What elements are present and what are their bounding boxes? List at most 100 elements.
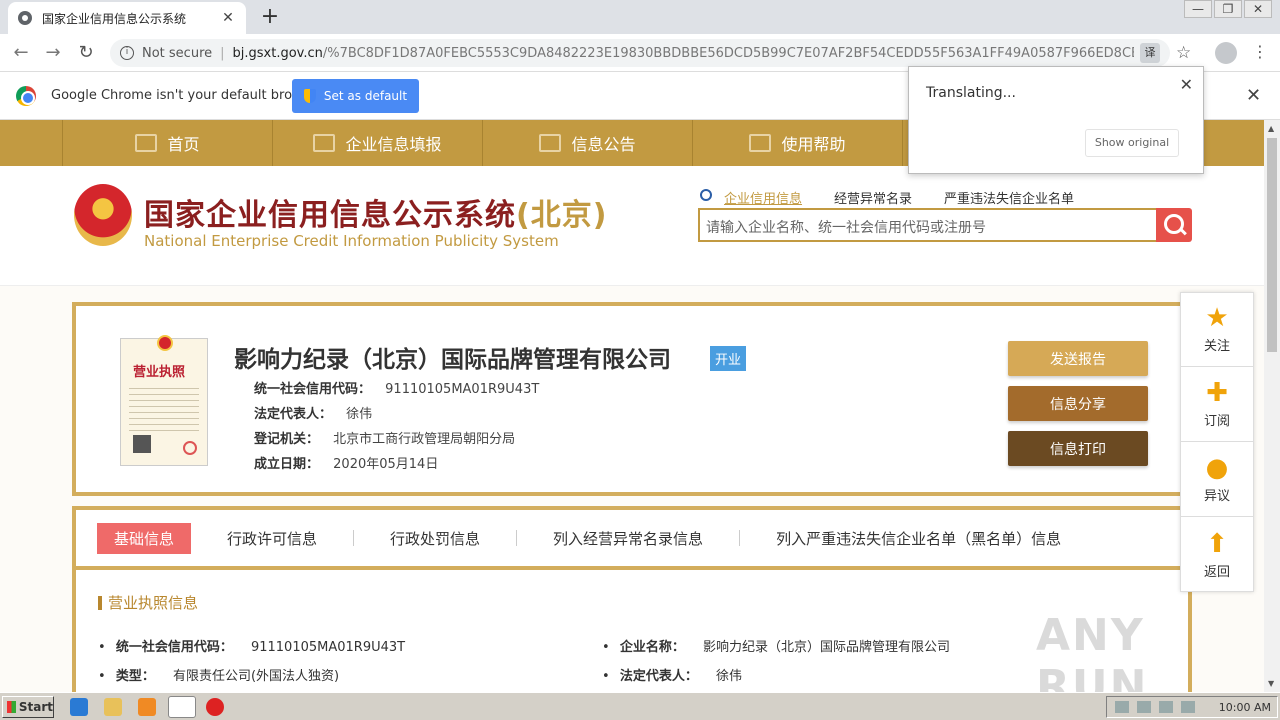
url-host: bj.gsxt.gov.cn: [232, 45, 323, 61]
nav-item-home[interactable]: 首页: [62, 120, 272, 166]
founded-field: 成立日期： 2020年05月14日: [254, 453, 438, 472]
star-icon: ★: [1205, 303, 1229, 333]
license-label: 营业执照: [133, 365, 186, 380]
windows-flag-icon: [7, 701, 16, 713]
floating-sidebar: ★ 关注 ✚ 订阅 ● 异议 ⬆ 返回: [1180, 292, 1254, 592]
section-title: 营业执照信息: [98, 596, 198, 611]
show-original-button[interactable]: Show original: [1085, 129, 1179, 157]
translate-icon[interactable]: 译: [1140, 43, 1160, 63]
network-icon[interactable]: [1137, 701, 1151, 713]
info-credit-code: 统一社会信用代码： 91110105MA01R9U43T: [98, 636, 405, 655]
pen-icon: [313, 134, 336, 152]
search-tab-credit[interactable]: 企业信用信息: [724, 188, 802, 207]
globe-icon: [18, 11, 32, 25]
company-summary-card: 营业执照 影响力纪录（北京）国际品牌管理有限公司 开业 统一社会信用代码： 91…: [72, 302, 1188, 496]
info-company-name: 企业名称： 影响力纪录（北京）国际品牌管理有限公司: [602, 636, 950, 655]
back-arrow-icon[interactable]: ←: [8, 40, 34, 66]
chrome-logo-icon: [16, 86, 36, 106]
nav-item-help[interactable]: 使用帮助: [692, 120, 902, 166]
flag-icon[interactable]: [1181, 701, 1195, 713]
scroll-up-icon[interactable]: ▲: [1268, 124, 1274, 133]
kv-value: 91110105MA01R9U43T: [250, 640, 406, 655]
sidebar-item-follow[interactable]: ★ 关注: [1181, 293, 1253, 367]
ie-icon[interactable]: [70, 698, 88, 716]
nav-item-announcement[interactable]: 信息公告: [482, 120, 692, 166]
alert-icon[interactable]: [206, 698, 224, 716]
credit-code-field: 统一社会信用代码： 91110105MA01R9U43T: [254, 378, 539, 397]
info-tabs: 基础信息 行政许可信息 行政处罚信息 列入经营异常名录信息 列入严重违法失信企业…: [76, 510, 1188, 570]
search-tab-blacklist[interactable]: 严重违法失信企业名单: [944, 188, 1074, 207]
profile-avatar[interactable]: [1215, 42, 1237, 64]
arrow-up-icon: ⬆: [1206, 528, 1228, 559]
print-info-button[interactable]: 信息打印: [1008, 431, 1148, 466]
scroll-thumb[interactable]: [1267, 138, 1277, 352]
license-text-lines: [129, 383, 199, 433]
site-header: 国家企业信用信息公示系统(北京) National Enterprise Cre…: [0, 166, 1264, 286]
tab-close-button[interactable]: ✕: [220, 10, 236, 26]
sidebar-label: 关注: [1203, 339, 1230, 354]
tab-abnormal-list[interactable]: 列入经营异常名录信息: [553, 528, 703, 549]
nav-item-report[interactable]: 企业信息填报: [272, 120, 482, 166]
set-default-label: Set as default: [323, 89, 408, 103]
minimize-button[interactable]: —: [1184, 0, 1212, 18]
sidebar-item-subscribe[interactable]: ✚ 订阅: [1181, 368, 1253, 442]
address-bar[interactable]: i Not secure | bj.gsxt.gov.cn /%7BC8DF1D…: [110, 39, 1170, 67]
chrome-menu-icon[interactable]: ⋮: [1252, 42, 1268, 61]
start-button[interactable]: Start: [2, 696, 54, 718]
tab-divider: [353, 530, 355, 546]
seal-icon: [183, 441, 197, 455]
bookmark-star-icon[interactable]: ☆: [1176, 43, 1191, 63]
nav-label: 首页: [167, 135, 200, 154]
field-value: 徐伟: [346, 407, 373, 422]
search-button[interactable]: [1156, 208, 1192, 242]
shield-icon: [303, 89, 316, 103]
omnibox-separator: |: [220, 45, 225, 61]
field-label: 登记机关：: [254, 432, 320, 447]
tab-basic-info[interactable]: 基础信息: [97, 522, 192, 554]
windows-taskbar: Start 10:00 AM: [0, 692, 1280, 720]
qr-code-icon: [133, 435, 151, 453]
sidebar-item-back-to-top[interactable]: ⬆ 返回: [1181, 518, 1253, 592]
tray-arrow-icon[interactable]: [1115, 701, 1129, 713]
search-input[interactable]: 请输入企业名称、统一社会信用代码或注册号: [698, 208, 1158, 242]
new-tab-button[interactable]: +: [258, 4, 282, 29]
volume-icon[interactable]: [1159, 701, 1173, 713]
business-license-image[interactable]: 营业执照: [120, 335, 208, 466]
field-label: 成立日期：: [254, 457, 320, 472]
nav-label: 使用帮助: [781, 135, 846, 154]
sidebar-label: 异议: [1203, 489, 1230, 504]
tab-blacklist[interactable]: 列入严重违法失信企业名单（黑名单）信息: [776, 528, 1061, 549]
sidebar-item-objection[interactable]: ● 异议: [1181, 443, 1253, 517]
kv-label: 企业名称：: [619, 640, 685, 655]
translate-close-icon[interactable]: ✕: [1180, 75, 1193, 94]
clock: 10:00 AM: [1218, 700, 1271, 714]
info-legal-rep: 法定代表人： 徐伟: [602, 665, 742, 684]
national-emblem-icon: [74, 184, 132, 246]
scroll-down-icon[interactable]: ▼: [1268, 679, 1274, 688]
info-icon[interactable]: i: [120, 46, 134, 60]
share-info-button[interactable]: 信息分享: [1008, 386, 1148, 421]
kv-label: 类型：: [115, 669, 155, 684]
page-scrollbar[interactable]: ▲ ▼: [1264, 120, 1280, 692]
tab-licensing[interactable]: 行政许可信息: [227, 528, 317, 549]
browser-tab[interactable]: 国家企业信用信息公示系统 ✕: [8, 2, 246, 34]
search-tab-abnormal[interactable]: 经营异常名录: [834, 188, 912, 207]
kv-value: 有限责任公司(外国法人独资): [172, 669, 340, 684]
close-window-button[interactable]: ✕: [1244, 0, 1272, 18]
infobar-close-icon[interactable]: ✕: [1246, 85, 1261, 106]
tab-penalty[interactable]: 行政处罚信息: [390, 528, 480, 549]
media-player-icon[interactable]: [138, 698, 156, 716]
folder-icon[interactable]: [104, 698, 122, 716]
field-label: 法定代表人：: [254, 407, 333, 422]
forward-arrow-icon[interactable]: →: [40, 40, 66, 66]
set-default-button[interactable]: Set as default: [292, 79, 419, 113]
reload-icon[interactable]: ↻: [73, 40, 99, 66]
chrome-taskbar-icon[interactable]: [168, 696, 196, 718]
site-title-region: (北京): [516, 198, 608, 233]
restore-button[interactable]: ❐: [1214, 0, 1242, 18]
plus-icon: ✚: [1206, 378, 1228, 408]
tab-title: 国家企业信用信息公示系统: [42, 11, 187, 26]
search-icon: [700, 189, 712, 201]
emblem-icon: [157, 335, 173, 351]
send-report-button[interactable]: 发送报告: [1008, 341, 1148, 376]
